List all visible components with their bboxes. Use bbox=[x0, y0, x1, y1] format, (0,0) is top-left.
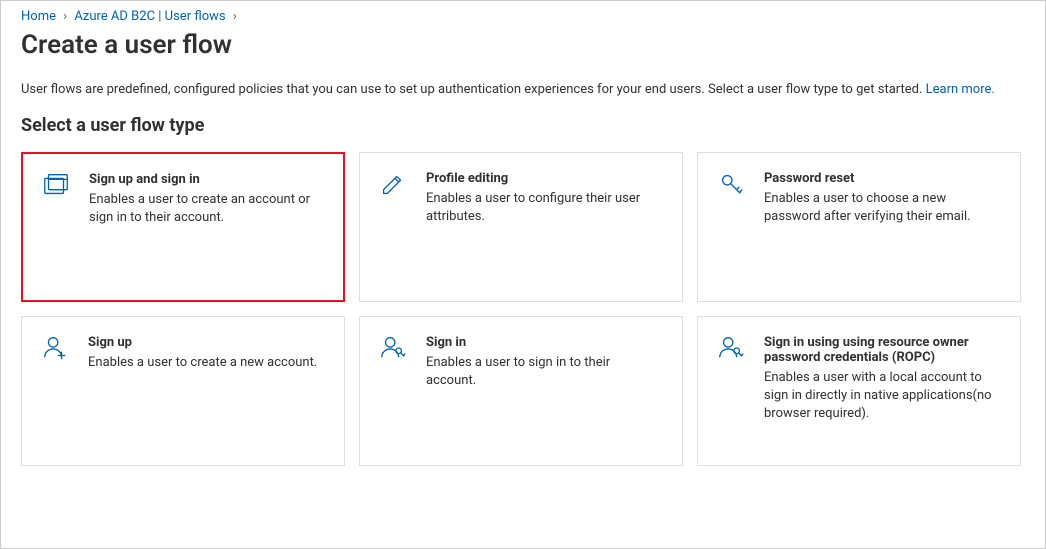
card-title: Sign up bbox=[88, 335, 322, 350]
card-title: Sign up and sign in bbox=[89, 172, 321, 187]
card-desc: Enables a user to create an account or s… bbox=[89, 191, 321, 227]
breadcrumb-home[interactable]: Home bbox=[21, 9, 56, 24]
browser-icon bbox=[41, 170, 79, 204]
card-text: Password reset Enables a user to choose … bbox=[764, 171, 1002, 226]
card-signup[interactable]: Sign up Enables a user to create a new a… bbox=[21, 316, 345, 466]
card-grid: Sign up and sign in Enables a user to cr… bbox=[21, 152, 1021, 466]
card-desc: Enables a user to choose a new password … bbox=[764, 190, 998, 226]
card-signup-signin[interactable]: Sign up and sign in Enables a user to cr… bbox=[21, 152, 345, 302]
card-title: Profile editing bbox=[426, 171, 660, 186]
card-text: Sign up and sign in Enables a user to cr… bbox=[89, 172, 325, 227]
person-key-icon bbox=[378, 333, 416, 367]
key-icon bbox=[716, 169, 754, 203]
breadcrumb: Home › Azure AD B2C | User flows › bbox=[21, 9, 1025, 24]
card-desc: Enables a user to configure their user a… bbox=[426, 190, 660, 226]
card-text: Sign in using using resource owner passw… bbox=[764, 335, 1002, 424]
card-profile-editing[interactable]: Profile editing Enables a user to config… bbox=[359, 152, 683, 302]
card-desc: Enables a user with a local account to s… bbox=[764, 369, 998, 424]
chevron-right-icon: › bbox=[63, 9, 67, 24]
card-title: Password reset bbox=[764, 171, 998, 186]
chevron-right-icon: › bbox=[233, 9, 237, 24]
person-plus-icon bbox=[40, 333, 78, 367]
section-title: Select a user flow type bbox=[21, 115, 1025, 136]
breadcrumb-userflows[interactable]: Azure AD B2C | User flows bbox=[74, 9, 225, 24]
person-key-icon bbox=[716, 333, 754, 367]
card-signin[interactable]: Sign in Enables a user to sign in to the… bbox=[359, 316, 683, 466]
page-frame: Home › Azure AD B2C | User flows › Creat… bbox=[0, 0, 1046, 549]
card-desc: Enables a user to create a new account. bbox=[88, 354, 322, 372]
card-title: Sign in bbox=[426, 335, 660, 350]
page-title: Create a user flow bbox=[21, 30, 1025, 60]
card-text: Sign up Enables a user to create a new a… bbox=[88, 335, 326, 372]
pencil-icon bbox=[378, 169, 416, 203]
intro-text: User flows are predefined, configured po… bbox=[21, 82, 1025, 97]
learn-more-link[interactable]: Learn more. bbox=[926, 82, 995, 97]
card-text: Profile editing Enables a user to config… bbox=[426, 171, 664, 226]
card-ropc[interactable]: Sign in using using resource owner passw… bbox=[697, 316, 1021, 466]
card-text: Sign in Enables a user to sign in to the… bbox=[426, 335, 664, 390]
card-desc: Enables a user to sign in to their accou… bbox=[426, 354, 660, 390]
card-title: Sign in using using resource owner passw… bbox=[764, 335, 998, 365]
intro-body: User flows are predefined, configured po… bbox=[21, 82, 926, 97]
card-password-reset[interactable]: Password reset Enables a user to choose … bbox=[697, 152, 1021, 302]
